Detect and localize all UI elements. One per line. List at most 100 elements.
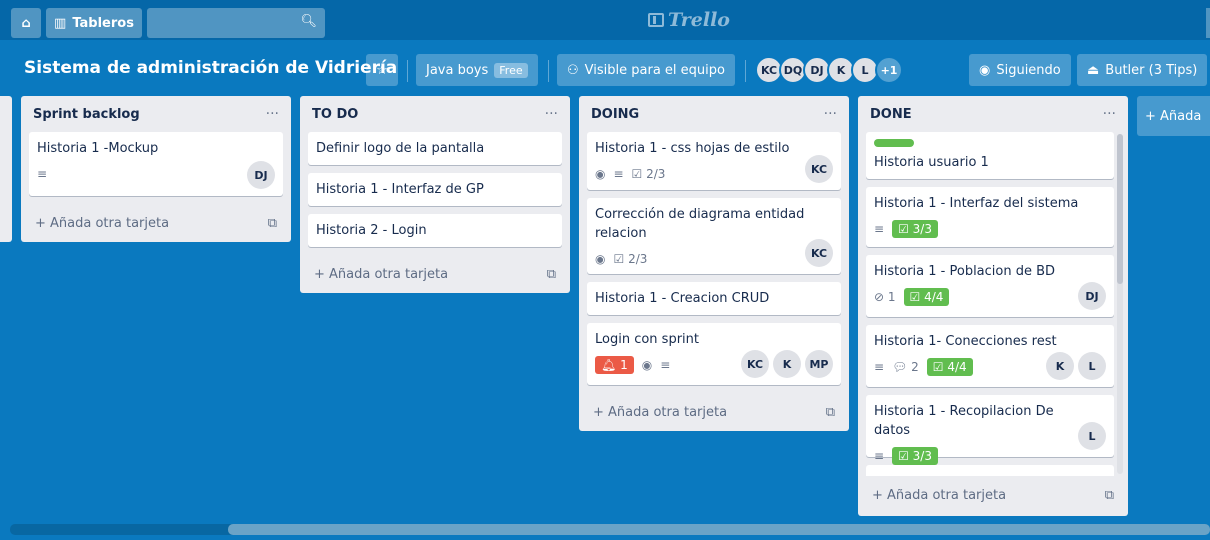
card[interactable]: Historia 1 - Recopilacion De datos ≡ ☑ 3… <box>866 395 1114 465</box>
card-title: Historia 1 - css hojas de estilo <box>595 141 790 156</box>
plus-icon: + <box>1145 108 1161 124</box>
checklist-badge: ☑ 4/4 <box>926 358 973 376</box>
checklist-badge: ☑ 3/3 <box>892 220 938 238</box>
list-menu-button[interactable]: ··· <box>545 106 558 122</box>
card-title: Historia 1 - Poblacion de BD <box>874 264 1056 279</box>
list-header: Sprint backlog ··· <box>29 96 283 132</box>
list-menu-button[interactable]: ··· <box>1103 106 1116 122</box>
card-title: Historia 1- Conecciones rest <box>874 334 1057 349</box>
add-card-button[interactable]: + Añada otra tarjeta ⧉ <box>587 393 841 431</box>
watch-icon: ◉ <box>595 252 606 266</box>
checklist-badge: ☑ 3/3 <box>892 447 938 465</box>
board-scrollbar-thumb[interactable] <box>228 524 1210 535</box>
team-button[interactable]: Java boys Free <box>416 54 538 86</box>
card[interactable]: Historia 1 -Mockup ≡ DJ <box>29 132 283 196</box>
description-icon: ≡ <box>874 360 885 374</box>
member-avatar[interactable]: K <box>773 350 801 378</box>
card[interactable]: Historia 1 - Creacion CRUD <box>587 282 841 315</box>
trello-logo[interactable]: Trello <box>648 9 730 31</box>
card[interactable] <box>866 465 1114 476</box>
header-edge-button[interactable] <box>1206 8 1210 38</box>
add-card-label: Añada otra tarjeta <box>50 215 170 231</box>
divider <box>745 60 746 82</box>
logo-text: Trello <box>668 9 730 31</box>
checklist-count: 4/4 <box>924 290 944 304</box>
card-template-icon[interactable]: ⧉ <box>268 216 277 231</box>
list-title[interactable]: Sprint backlog <box>33 107 140 122</box>
checklist-count: 3/3 <box>912 449 932 463</box>
add-list-button[interactable]: + Añada <box>1137 96 1210 136</box>
home-icon: ⌂ <box>21 15 31 31</box>
boards-button[interactable]: ▥ Tableros <box>46 8 142 38</box>
card[interactable]: Historia 1 - Interfaz del sistema ≡ ☑ 3/… <box>866 187 1114 247</box>
card[interactable]: Historia 1 - Interfaz de GP <box>308 173 562 206</box>
card-title: Historia 1 -Mockup <box>37 141 159 156</box>
plus-icon: + <box>35 215 51 231</box>
card[interactable]: Corrección de diagrama entidad relacion … <box>587 198 841 274</box>
add-card-button[interactable]: + Añada otra tarjeta ⧉ <box>308 255 562 293</box>
member-avatar[interactable]: KC <box>805 239 833 267</box>
member-avatar[interactable]: MP <box>805 350 833 378</box>
member-avatar[interactable]: L <box>1078 422 1106 450</box>
member-avatar[interactable]: L <box>1078 352 1106 380</box>
checklist-count: 4/4 <box>947 360 967 374</box>
list-done: DONE ··· Historia usuario 1 Historia 1 -… <box>858 96 1128 516</box>
home-button[interactable]: ⌂ <box>11 8 41 38</box>
card-template-icon[interactable]: ⧉ <box>826 405 835 420</box>
card-title: Historia 1 - Interfaz de GP <box>316 182 484 197</box>
card[interactable]: Historia usuario 1 <box>866 132 1114 179</box>
list-scrollbar[interactable] <box>1117 134 1123 474</box>
member-avatar[interactable]: DJ <box>247 161 275 189</box>
card-title: Historia usuario 1 <box>874 155 989 170</box>
list-title[interactable]: TO DO <box>312 107 358 122</box>
description-icon: ≡ <box>874 449 885 463</box>
list-title[interactable]: DOING <box>591 107 639 122</box>
member-avatar[interactable]: DJ <box>1078 282 1106 310</box>
following-button[interactable]: ◉ Siguiendo <box>969 54 1071 86</box>
search-input[interactable]: 🔍︎ <box>147 8 325 38</box>
card-template-icon[interactable]: ⧉ <box>547 267 556 282</box>
comment-badge: 💬︎ 2 <box>892 360 919 374</box>
list-menu-button[interactable]: ··· <box>824 106 837 122</box>
card[interactable]: Historia 1 - css hojas de estilo ◉ ≡ ☑ 2… <box>587 132 841 190</box>
card[interactable]: Historia 1- Conecciones rest ≡ 💬︎ 2 ☑ 4/… <box>866 325 1114 387</box>
card-template-icon[interactable]: ⧉ <box>1105 488 1114 503</box>
more-members-button[interactable]: +1 <box>875 56 903 84</box>
list-cards-scroll[interactable]: Historia usuario 1 Historia 1 - Interfaz… <box>866 132 1114 476</box>
butler-button[interactable]: ⏏ Butler (3 Tips) <box>1077 54 1208 86</box>
list-menu-button[interactable]: ··· <box>266 106 279 122</box>
card-badges: ◉ ☑ 2/3 <box>595 248 833 270</box>
list-doing: DOING ··· Historia 1 - css hojas de esti… <box>579 96 849 431</box>
card-badges: ◉ ≡ ☑ 2/3 <box>595 163 833 185</box>
description-icon: ≡ <box>613 167 624 181</box>
card[interactable]: Definir logo de la pantalla <box>308 132 562 165</box>
card-title: Historia 1 - Creacion CRUD <box>595 291 770 306</box>
eye-icon: ◉ <box>979 62 991 78</box>
member-avatar[interactable]: KC <box>805 155 833 183</box>
member-avatar[interactable]: K <box>1046 352 1074 380</box>
card[interactable]: Historia 2 - Login <box>308 214 562 247</box>
star-button[interactable]: ☆ <box>366 54 398 86</box>
list-title[interactable]: DONE <box>870 107 912 122</box>
divider <box>407 60 408 82</box>
search-icon[interactable]: 🔍︎ <box>300 14 317 29</box>
board-title[interactable]: Sistema de administración de Vidriería <box>24 58 397 78</box>
checklist-count: 3/3 <box>912 222 932 236</box>
list-scrollbar-thumb[interactable] <box>1117 134 1123 284</box>
add-card-button[interactable]: + Añada otra tarjeta ⧉ <box>866 476 1120 514</box>
card[interactable]: Historia 1 - Poblacion de BD ⊘ 1 ☑ 4/4 D… <box>866 255 1114 317</box>
butler-label: Butler (3 Tips) <box>1105 62 1198 78</box>
description-icon: ≡ <box>37 167 48 181</box>
member-avatar[interactable]: KC <box>741 350 769 378</box>
watch-icon: ◉ <box>641 358 653 372</box>
add-card-button[interactable]: + Añada otra tarjeta ⧉ <box>29 204 283 242</box>
checklist-badge: ☑ 4/4 <box>903 288 950 306</box>
boards-label: Tableros <box>72 15 134 31</box>
following-label: Siguiendo <box>996 62 1061 78</box>
list-sprint-backlog: Sprint backlog ··· Historia 1 -Mockup ≡ … <box>21 96 291 242</box>
add-list-label: Añada <box>1160 108 1202 124</box>
card-badges: ≡ <box>37 163 275 185</box>
description-icon: ≡ <box>874 222 885 236</box>
card[interactable]: Login con sprint 🔔︎ 1 ◉ ≡ KC K MP <box>587 323 841 385</box>
visibility-button[interactable]: ⚇ Visible para el equipo <box>557 54 735 86</box>
